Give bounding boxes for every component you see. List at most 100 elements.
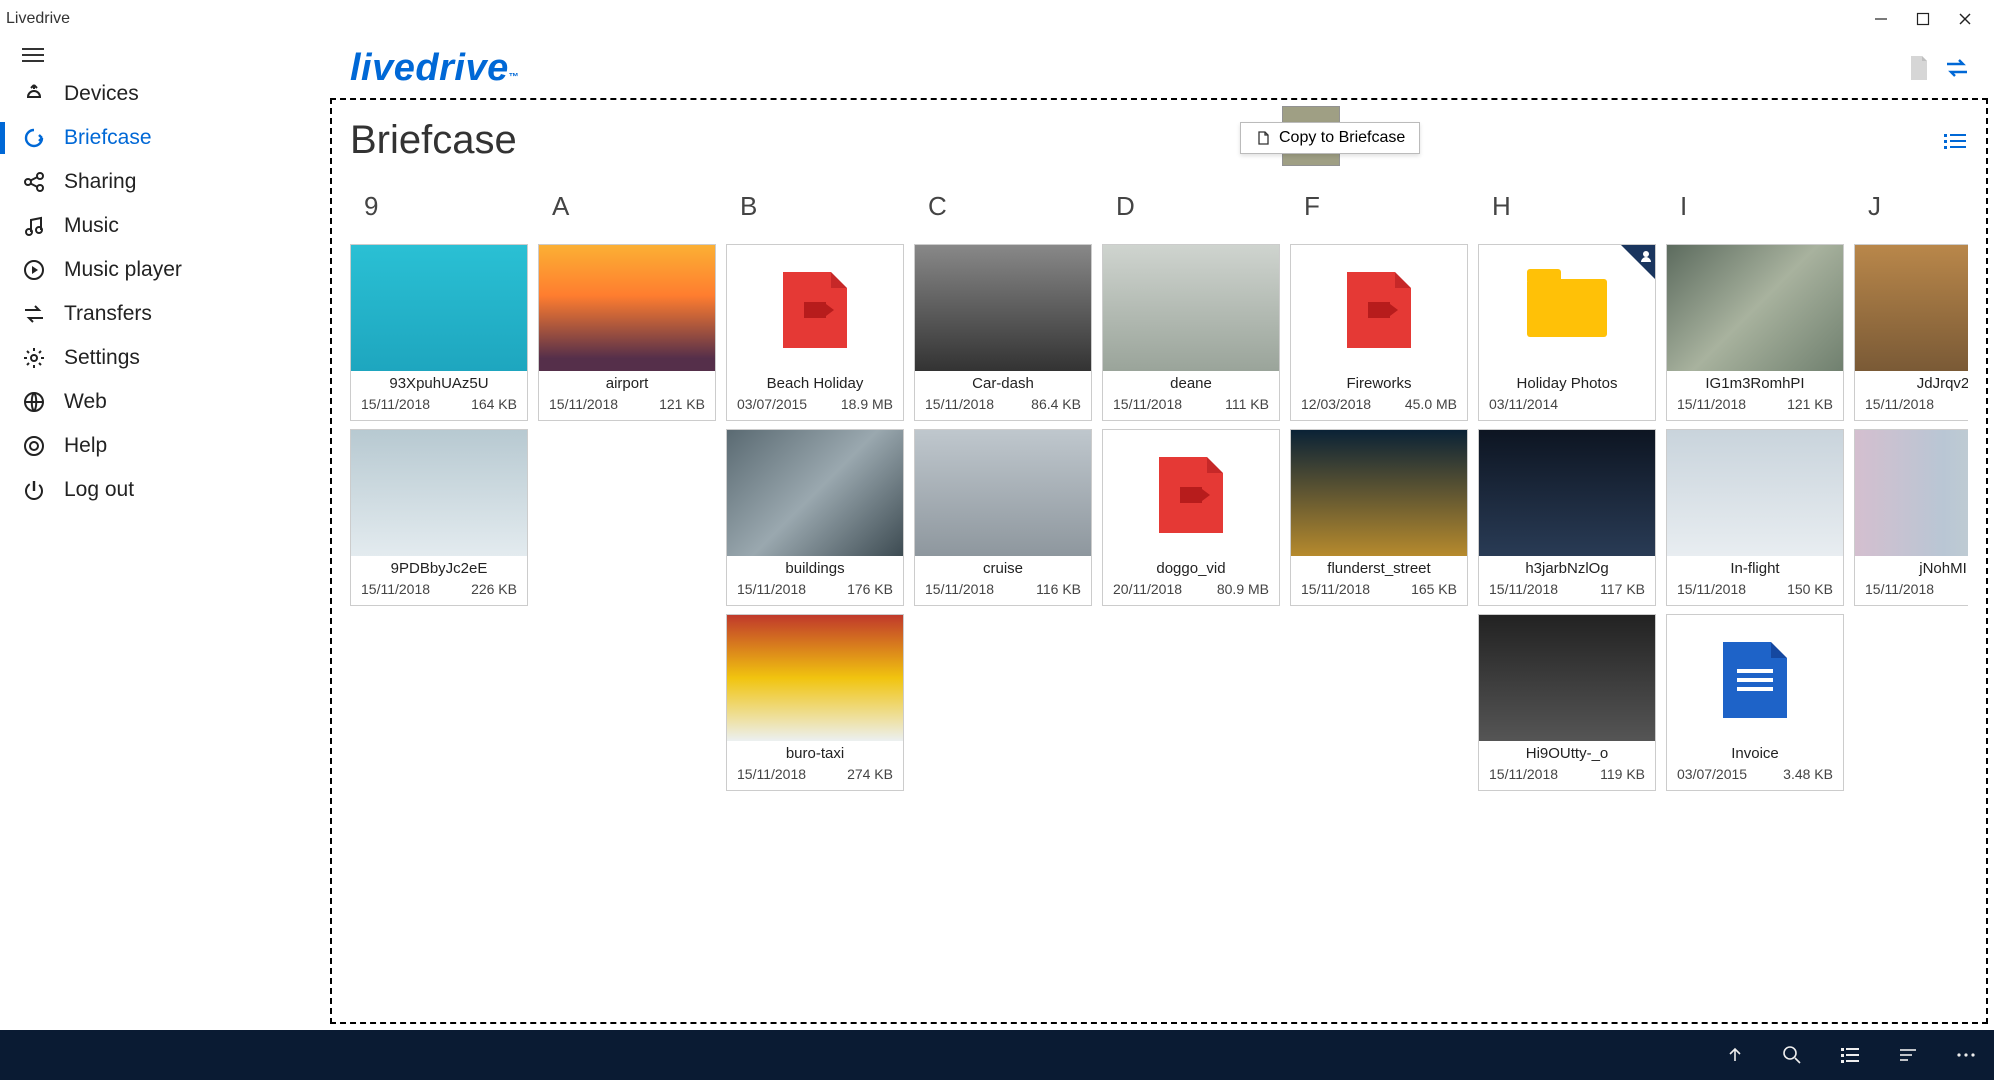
file-tile[interactable]: Hi9OUtty-_o15/11/2018119 KB bbox=[1478, 614, 1656, 791]
window-title: Livedrive bbox=[6, 10, 70, 28]
file-name: Holiday Photos bbox=[1479, 371, 1655, 394]
file-thumbnail bbox=[727, 615, 903, 741]
file-tile[interactable]: buildings15/11/2018176 KB bbox=[726, 429, 904, 606]
window-maximize-button[interactable] bbox=[1914, 10, 1932, 28]
file-size: 121 KB bbox=[1787, 396, 1833, 412]
file-tile[interactable]: .mp4Beach Holiday03/07/201518.9 MB bbox=[726, 244, 904, 421]
group-D: Ddeane15/11/2018111 KB.movdoggo_vid20/11… bbox=[1102, 187, 1280, 791]
file-size: 150 KB bbox=[1787, 581, 1833, 597]
file-thumbnail bbox=[1667, 430, 1843, 556]
group-9: 993XpuhUAz5U15/11/2018164 KB 9PDBbyJc2eE 1… bbox=[350, 187, 528, 791]
file-tile[interactable]: JdJrqv215/11/2018 bbox=[1854, 244, 1968, 421]
group-header[interactable]: C bbox=[914, 187, 1092, 244]
file-date: 15/11/2018 bbox=[361, 581, 430, 597]
more-icon[interactable] bbox=[1956, 1051, 1976, 1059]
sidebar-item-log-out[interactable]: Log out bbox=[0, 468, 330, 512]
file-name: cruise bbox=[915, 556, 1091, 579]
file-tile[interactable]: h3jarbNzlOg15/11/2018117 KB bbox=[1478, 429, 1656, 606]
file-thumbnail: .mov bbox=[1291, 245, 1467, 371]
window-close-button[interactable] bbox=[1956, 10, 1974, 28]
group-header[interactable]: D bbox=[1102, 187, 1280, 244]
file-name: Car-dash bbox=[915, 371, 1091, 394]
file-tile[interactable]: flunderst_street15/11/2018165 KB bbox=[1290, 429, 1468, 606]
file-tile[interactable]: In-flight15/11/2018150 KB bbox=[1666, 429, 1844, 606]
page-title: Briefcase bbox=[350, 118, 517, 163]
file-tile[interactable]: .movFireworks12/03/201845.0 MB bbox=[1290, 244, 1468, 421]
group-F: F.movFireworks12/03/201845.0 MBflunderst… bbox=[1290, 187, 1468, 791]
sort-icon[interactable] bbox=[1898, 1046, 1918, 1064]
file-date: 20/11/2018 bbox=[1113, 581, 1182, 597]
sidebar-item-settings[interactable]: Settings bbox=[0, 336, 330, 380]
file-tile[interactable]: Holiday Photos 03/11/2014 bbox=[1478, 244, 1656, 421]
sidebar-item-help[interactable]: Help bbox=[0, 424, 330, 468]
sidebar-item-devices[interactable]: Devices bbox=[0, 72, 330, 116]
sidebar-item-web[interactable]: Web bbox=[0, 380, 330, 424]
file-date: 15/11/2018 bbox=[1677, 396, 1746, 412]
file-size: 111 KB bbox=[1225, 396, 1269, 412]
file-thumbnail: .docx bbox=[1667, 615, 1843, 741]
group-header[interactable]: F bbox=[1290, 187, 1468, 244]
file-name: flunderst_street bbox=[1291, 556, 1467, 579]
file-name: doggo_vid bbox=[1103, 556, 1279, 579]
sidebar-item-music-player[interactable]: Music player bbox=[0, 248, 330, 292]
file-thumbnail bbox=[1667, 245, 1843, 371]
file-name: jNohMI bbox=[1855, 556, 1968, 579]
file-name: deane bbox=[1103, 371, 1279, 394]
group-header[interactable]: 9 bbox=[350, 187, 528, 244]
file-thumbnail bbox=[351, 245, 527, 371]
file-date: 12/03/2018 bbox=[1301, 396, 1371, 412]
file-name: 9PDBbyJc2eE bbox=[351, 556, 527, 579]
file-tile[interactable]: deane15/11/2018111 KB bbox=[1102, 244, 1280, 421]
sidebar-item-sharing[interactable]: Sharing bbox=[0, 160, 330, 204]
group-header[interactable]: B bbox=[726, 187, 904, 244]
file-tile[interactable]: .movdoggo_vid20/11/201880.9 MB bbox=[1102, 429, 1280, 606]
file-tile[interactable]: airport15/11/2018121 KB bbox=[538, 244, 716, 421]
file-thumbnail bbox=[915, 430, 1091, 556]
file-name: airport bbox=[539, 371, 715, 394]
file-tile[interactable]: IG1m3RomhPI 15/11/2018 121 KB bbox=[1666, 244, 1844, 421]
sidebar-item-transfers[interactable]: Transfers bbox=[0, 292, 330, 336]
view-toggle-button[interactable] bbox=[1942, 131, 1968, 151]
file-thumbnail bbox=[915, 245, 1091, 371]
search-icon[interactable] bbox=[1782, 1045, 1802, 1065]
file-tile[interactable]: 93XpuhUAz5U15/11/2018164 KB bbox=[350, 244, 528, 421]
file-name: 93XpuhUAz5U bbox=[351, 371, 527, 394]
file-date: 15/11/2018 bbox=[1865, 396, 1934, 412]
file-size: 86.4 KB bbox=[1031, 396, 1081, 412]
drag-tooltip-label: Copy to Briefcase bbox=[1279, 129, 1405, 147]
file-tile[interactable]: cruise15/11/2018116 KB bbox=[914, 429, 1092, 606]
file-date: 03/11/2014 bbox=[1489, 396, 1558, 412]
help-icon bbox=[22, 434, 46, 458]
sync-icon[interactable] bbox=[1944, 57, 1970, 79]
list-view-icon[interactable] bbox=[1840, 1046, 1860, 1064]
hamburger-button[interactable] bbox=[0, 48, 330, 72]
file-tile[interactable]: Car-dash15/11/201886.4 KB bbox=[914, 244, 1092, 421]
file-tile[interactable]: 9PDBbyJc2eE15/11/2018226 KB bbox=[350, 429, 528, 606]
window-minimize-button[interactable] bbox=[1872, 10, 1890, 28]
file-size: 45.0 MB bbox=[1405, 396, 1457, 412]
group-header[interactable]: H bbox=[1478, 187, 1656, 244]
sidebar-item-label: Help bbox=[64, 434, 107, 458]
file-tile[interactable]: buro-taxi15/11/2018274 KB bbox=[726, 614, 904, 791]
file-tile[interactable]: jNohMI15/11/2018 bbox=[1854, 429, 1968, 606]
file-icon[interactable] bbox=[1908, 55, 1930, 81]
group-header[interactable]: I bbox=[1666, 187, 1844, 244]
file-name: Invoice bbox=[1667, 741, 1843, 764]
sidebar: DevicesBriefcaseSharingMusic Music player… bbox=[0, 38, 330, 1030]
file-thumbnail bbox=[1479, 430, 1655, 556]
file-date: 15/11/2018 bbox=[737, 581, 806, 597]
sidebar-item-briefcase[interactable]: Briefcase bbox=[0, 116, 330, 160]
sidebar-item-music[interactable]: Music bbox=[0, 204, 330, 248]
file-thumbnail: .mp4 bbox=[727, 245, 903, 371]
file-size: 121 KB bbox=[659, 396, 705, 412]
sidebar-item-label: Music player bbox=[64, 258, 182, 282]
content-dropzone[interactable]: Copy to Briefcase Briefcase 993XpuhUAz5U… bbox=[330, 98, 1988, 1024]
group-header[interactable]: J bbox=[1854, 187, 1968, 244]
scroll-top-icon[interactable] bbox=[1726, 1046, 1744, 1064]
file-date: 03/07/2015 bbox=[1677, 766, 1747, 782]
window-titlebar: Livedrive bbox=[0, 0, 1994, 38]
group-header[interactable]: A bbox=[538, 187, 716, 244]
file-name: IG1m3RomhPI bbox=[1667, 371, 1843, 394]
file-thumbnail bbox=[1479, 245, 1655, 371]
file-tile[interactable]: .docxInvoice03/07/20153.48 KB bbox=[1666, 614, 1844, 791]
